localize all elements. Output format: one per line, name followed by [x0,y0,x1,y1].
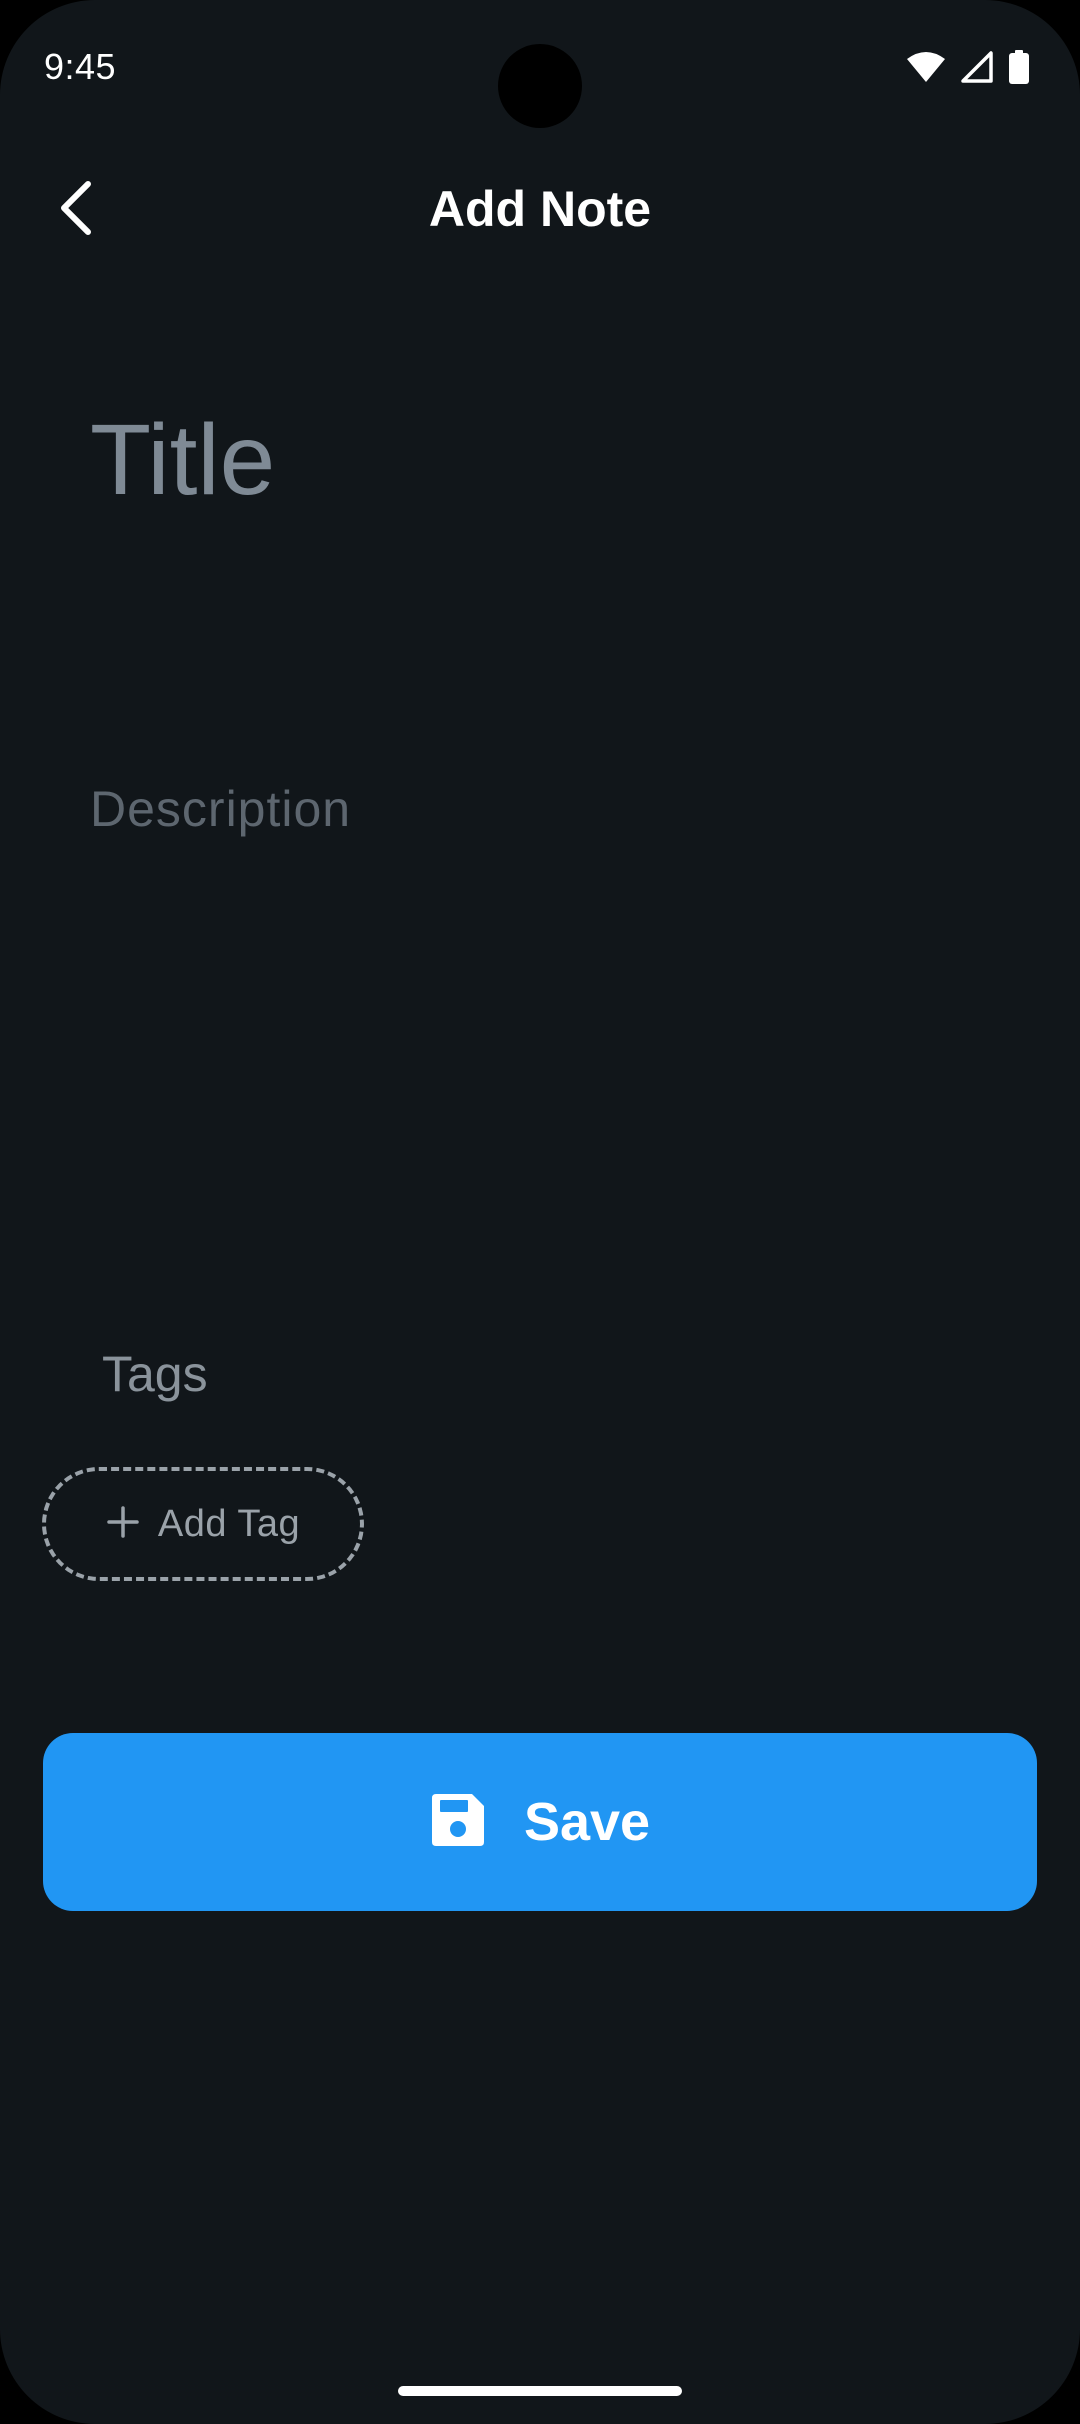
add-tag-label: Add Tag [157,1502,301,1545]
status-time: 9:45 [44,46,117,87]
home-indicator[interactable] [398,2386,682,2396]
wifi-icon [906,51,946,83]
save-label: Save [523,1792,651,1852]
cellular-signal-icon [960,51,994,83]
camera-cutout [498,44,582,128]
status-icons [906,50,1030,84]
add-tag-button[interactable]: Add Tag [42,1467,364,1581]
plus-icon [106,1505,140,1544]
tags-label: Tags [102,1346,208,1402]
app-screen: 9:45 Add Note Tags [0,0,1080,2424]
battery-icon [1008,50,1030,84]
save-icon [430,1792,486,1853]
title-input[interactable] [90,380,990,540]
page-title: Add Note [428,181,652,237]
description-input[interactable] [90,780,990,1240]
save-button[interactable]: Save [43,1733,1037,1911]
